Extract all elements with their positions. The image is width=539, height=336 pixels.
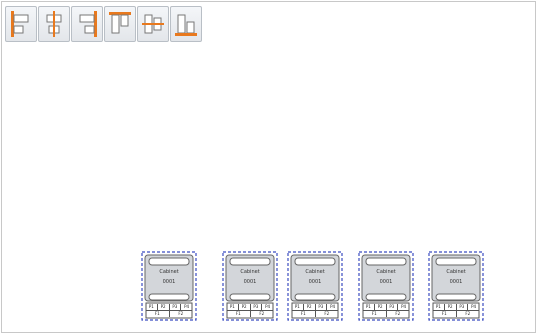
- align-right-icon: [79, 11, 97, 37]
- port-label: P2: [445, 304, 457, 310]
- cabinet-name: Cabinet: [240, 269, 260, 275]
- align-left-button[interactable]: [5, 6, 37, 42]
- port-label: P1: [292, 304, 304, 310]
- feed-label: F1: [292, 311, 316, 317]
- cabinet-name: Cabinet: [376, 269, 396, 275]
- cabinet-code: 0001: [449, 279, 463, 285]
- cabinet-code: 0001: [162, 279, 176, 285]
- cabinet-ports: P1 P2 P3 P4: [292, 304, 338, 310]
- port-label: P1: [146, 304, 158, 310]
- cabinet-feeds: F1 F2: [433, 311, 479, 317]
- drawing-canvas[interactable]: Cabinet 0001 P1 P2 P3 P4 F1 F2 Cabinet 0…: [1, 1, 536, 333]
- cabinet-feeds: F1 F2: [146, 311, 192, 317]
- align-top-button[interactable]: [104, 6, 136, 42]
- port-label: P2: [304, 304, 316, 310]
- align-bottom-button[interactable]: [170, 6, 202, 42]
- cabinet-name: Cabinet: [159, 269, 179, 275]
- feed-label: F1: [433, 311, 457, 317]
- port-label: P4: [184, 304, 190, 309]
- align-center-horizontal-button[interactable]: [38, 6, 70, 42]
- cabinet-ports: P1 P2 P3 P4: [227, 304, 273, 310]
- port-label: P2: [375, 304, 387, 310]
- cabinet-ports: P1 P2 P3 P4: [433, 304, 479, 310]
- feed-label: F1: [363, 311, 387, 317]
- align-bottom-icon: [175, 14, 197, 36]
- align-center-horizontal-icon: [46, 11, 62, 37]
- port-label: P2: [239, 304, 251, 310]
- port-label: P3: [251, 304, 263, 310]
- cabinet-shape[interactable]: Cabinet 0001 P1 P2 P3 P4 F1 F2: [428, 251, 484, 321]
- alignment-toolbar: [5, 6, 202, 42]
- align-middle-vertical-button[interactable]: [137, 6, 169, 42]
- cabinet-ports: P1 P2 P3 P4: [146, 304, 192, 310]
- cabinet-name: Cabinet: [305, 269, 325, 275]
- port-label: P4: [401, 304, 407, 309]
- feed-label: F1: [227, 311, 251, 317]
- feed-label: F1: [146, 311, 170, 317]
- align-top-icon: [109, 12, 131, 34]
- port-label: P4: [265, 304, 271, 309]
- cabinet-shape[interactable]: Cabinet 0001 P1 P2 P3 P4 F1 F2: [358, 251, 414, 321]
- cabinet-name: Cabinet: [446, 269, 466, 275]
- port-label: P1: [433, 304, 445, 310]
- cabinet-shape[interactable]: Cabinet 0001 P1 P2 P3 P4 F1 F2: [141, 251, 197, 321]
- cabinet-ports: P1 P2 P3 P4: [363, 304, 409, 310]
- port-label: P4: [330, 304, 336, 309]
- align-right-button[interactable]: [71, 6, 103, 42]
- feed-label: F2: [465, 311, 471, 316]
- align-left-icon: [11, 11, 29, 37]
- feed-label: F2: [324, 311, 330, 316]
- feed-label: F2: [395, 311, 401, 316]
- cabinet-shape[interactable]: Cabinet 0001 P1 P2 P3 P4 F1 F2: [222, 251, 278, 321]
- cabinet-feeds: F1 F2: [292, 311, 338, 317]
- cabinet-code: 0001: [308, 279, 322, 285]
- cabinet-code: 0001: [243, 279, 257, 285]
- cabinet-feeds: F1 F2: [227, 311, 273, 317]
- cabinet-code: 0001: [379, 279, 393, 285]
- port-label: P1: [227, 304, 239, 310]
- port-label: P3: [457, 304, 469, 310]
- cabinet-shape[interactable]: Cabinet 0001 P1 P2 P3 P4 F1 F2: [287, 251, 343, 321]
- port-label: P3: [387, 304, 399, 310]
- cabinet-feeds: F1 F2: [363, 311, 409, 317]
- port-label: P3: [316, 304, 328, 310]
- align-middle-vertical-icon: [142, 14, 164, 34]
- port-label: P1: [363, 304, 375, 310]
- feed-label: F2: [259, 311, 265, 316]
- port-label: P4: [471, 304, 477, 309]
- port-label: P2: [158, 304, 170, 310]
- feed-label: F2: [178, 311, 184, 316]
- port-label: P3: [170, 304, 182, 310]
